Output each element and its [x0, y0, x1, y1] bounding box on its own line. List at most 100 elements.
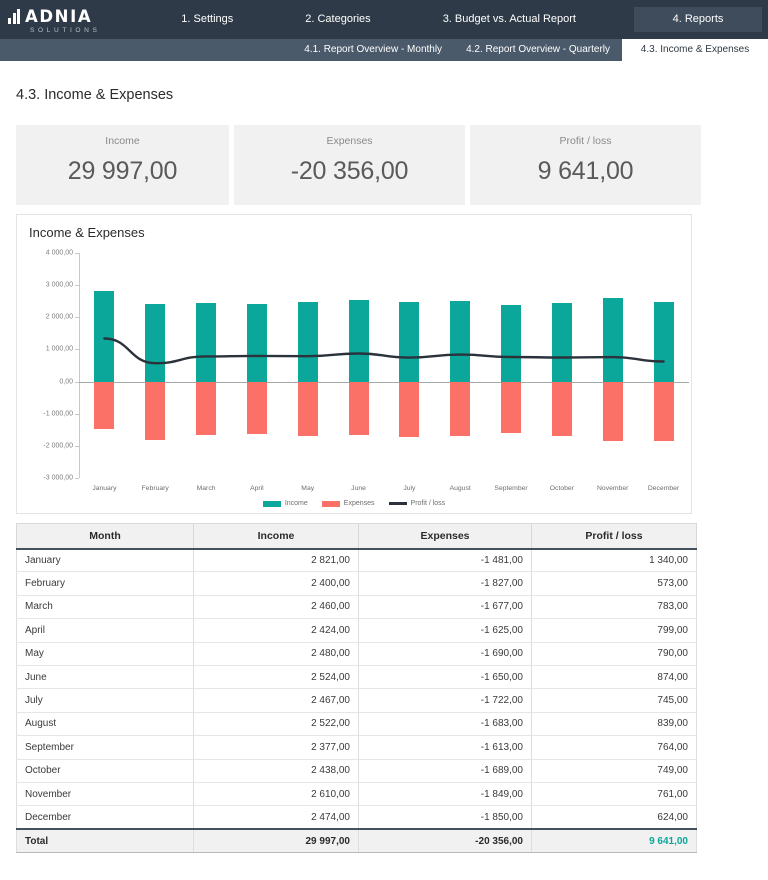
cell-income: 2 821,00	[194, 549, 359, 572]
subtab-report-overview-monthly[interactable]: 4.1. Report Overview - Monthly	[292, 39, 454, 61]
cell-expenses: -1 613,00	[359, 736, 532, 759]
table-row[interactable]: July2 467,00-1 722,00745,00	[17, 689, 697, 712]
chart-plot-area: 4 000,003 000,002 000,001 000,000,00-1 0…	[79, 253, 689, 478]
table-row[interactable]: February2 400,00-1 827,00573,00	[17, 572, 697, 595]
chart-y-tick-label: 3 000,00	[46, 282, 79, 289]
table-row[interactable]: August2 522,00-1 683,00839,00	[17, 712, 697, 735]
cell-expenses: -1 677,00	[359, 595, 532, 618]
chart-x-tick-label: December	[648, 485, 679, 492]
cell-income: 2 424,00	[194, 619, 359, 642]
table-row[interactable]: October2 438,00-1 689,00749,00	[17, 759, 697, 782]
chart-bar-income	[450, 301, 470, 382]
chart-bar-income	[196, 303, 216, 382]
cell-income: 2 522,00	[194, 712, 359, 735]
chart-bar-income	[603, 298, 623, 382]
tab-settings[interactable]: 1. Settings	[167, 7, 247, 32]
chart-x-tick-label: July	[403, 485, 415, 492]
chart-bar-expenses	[247, 382, 267, 434]
cell-profit-loss: 839,00	[532, 712, 697, 735]
table-row[interactable]: November2 610,00-1 849,00761,00	[17, 782, 697, 805]
chart-bar-income	[349, 300, 369, 381]
column-header-income[interactable]: Income	[194, 524, 359, 549]
table-row[interactable]: April2 424,00-1 625,00799,00	[17, 619, 697, 642]
column-header-expenses[interactable]: Expenses	[359, 524, 532, 549]
cell-total-label: Total	[17, 829, 194, 852]
income-expenses-table-wrap: Month Income Expenses Profit / loss Janu…	[16, 523, 696, 853]
chart-bar-expenses	[654, 382, 674, 441]
tab-budget-vs-actual-report[interactable]: 3. Budget vs. Actual Report	[429, 7, 590, 32]
cell-profit-loss: 1 340,00	[532, 549, 697, 572]
cell-income: 2 524,00	[194, 665, 359, 688]
tab-categories[interactable]: 2. Categories	[291, 7, 384, 32]
table-row[interactable]: June2 524,00-1 650,00874,00	[17, 665, 697, 688]
chart-x-tick-label: April	[250, 485, 264, 492]
chart-bar-income	[552, 303, 572, 381]
cell-total-income: 29 997,00	[194, 829, 359, 852]
chart-bar-group: June	[333, 253, 384, 478]
cell-month: September	[17, 736, 194, 759]
chart-bar-expenses	[145, 382, 165, 441]
chart-y-tick-label: 2 000,00	[46, 314, 79, 321]
table-row[interactable]: September2 377,00-1 613,00764,00	[17, 736, 697, 759]
legend-swatch-income	[263, 501, 281, 507]
table-row[interactable]: January2 821,00-1 481,001 340,00	[17, 549, 697, 572]
cell-income: 2 460,00	[194, 595, 359, 618]
cell-expenses: -1 625,00	[359, 619, 532, 642]
legend-swatch-profit-loss	[389, 502, 407, 505]
table-row[interactable]: May2 480,00-1 690,00790,00	[17, 642, 697, 665]
top-navigation-bar: ADNIA SOLUTIONS 1. Settings 2. Categorie…	[0, 0, 768, 39]
chart-bar-income	[298, 302, 318, 382]
cell-month: October	[17, 759, 194, 782]
cell-income: 2 467,00	[194, 689, 359, 712]
cell-expenses: -1 722,00	[359, 689, 532, 712]
kpi-card-income: Income 29 997,00	[16, 125, 229, 205]
chart-bar-expenses	[450, 382, 470, 436]
chart-y-tick-label: -2 000,00	[43, 442, 79, 449]
cell-profit-loss: 624,00	[532, 806, 697, 829]
legend-swatch-expenses	[322, 501, 340, 507]
cell-income: 2 377,00	[194, 736, 359, 759]
chart-bar-group: October	[536, 253, 587, 478]
cell-profit-loss: 764,00	[532, 736, 697, 759]
legend-item-income: Income	[263, 500, 308, 507]
kpi-label-profit-loss: Profit / loss	[560, 135, 612, 147]
cell-profit-loss: 749,00	[532, 759, 697, 782]
bar-chart-logo-icon	[8, 9, 20, 24]
main-tabs: 1. Settings 2. Categories 3. Budget vs. …	[167, 0, 768, 39]
cell-month: February	[17, 572, 194, 595]
cell-income: 2 480,00	[194, 642, 359, 665]
chart-bars: JanuaryFebruaryMarchAprilMayJuneJulyAugu…	[79, 253, 689, 478]
chart-bar-expenses	[196, 382, 216, 436]
chart-x-tick-label: February	[142, 485, 169, 492]
cell-expenses: -1 650,00	[359, 665, 532, 688]
cell-profit-loss: 783,00	[532, 595, 697, 618]
sub-navigation-bar: 4.1. Report Overview - Monthly 4.2. Repo…	[0, 39, 768, 61]
subtab-income-and-expenses[interactable]: 4.3. Income & Expenses	[622, 39, 768, 61]
table-row[interactable]: March2 460,00-1 677,00783,00	[17, 595, 697, 618]
cell-expenses: -1 849,00	[359, 782, 532, 805]
column-header-profit-loss[interactable]: Profit / loss	[532, 524, 697, 549]
table-total-row: Total29 997,00-20 356,009 641,00	[17, 829, 697, 852]
chart-x-tick-label: September	[494, 485, 527, 492]
legend-label-income: Income	[285, 500, 308, 507]
cell-month: December	[17, 806, 194, 829]
chart-x-tick-label: May	[301, 485, 314, 492]
chart-bar-expenses	[552, 382, 572, 436]
table-header-row: Month Income Expenses Profit / loss	[17, 524, 697, 549]
brand-name: ADNIA	[25, 9, 92, 24]
table-row[interactable]: December2 474,00-1 850,00624,00	[17, 806, 697, 829]
cell-expenses: -1 683,00	[359, 712, 532, 735]
column-header-month[interactable]: Month	[17, 524, 194, 549]
legend-label-expenses: Expenses	[344, 500, 375, 507]
tab-reports[interactable]: 4. Reports	[634, 7, 762, 32]
kpi-card-row: Income 29 997,00 Expenses -20 356,00 Pro…	[16, 125, 752, 205]
chart-bar-group: September	[486, 253, 537, 478]
chart-bar-group: March	[181, 253, 232, 478]
chart-bar-expenses	[349, 382, 369, 435]
cell-expenses: -1 850,00	[359, 806, 532, 829]
cell-month: June	[17, 665, 194, 688]
brand-logo: ADNIA SOLUTIONS	[0, 6, 167, 34]
chart-x-tick-label: June	[351, 485, 366, 492]
subtab-report-overview-quarterly[interactable]: 4.2. Report Overview - Quarterly	[454, 39, 622, 61]
chart-y-tick-label: -3 000,00	[43, 475, 79, 482]
